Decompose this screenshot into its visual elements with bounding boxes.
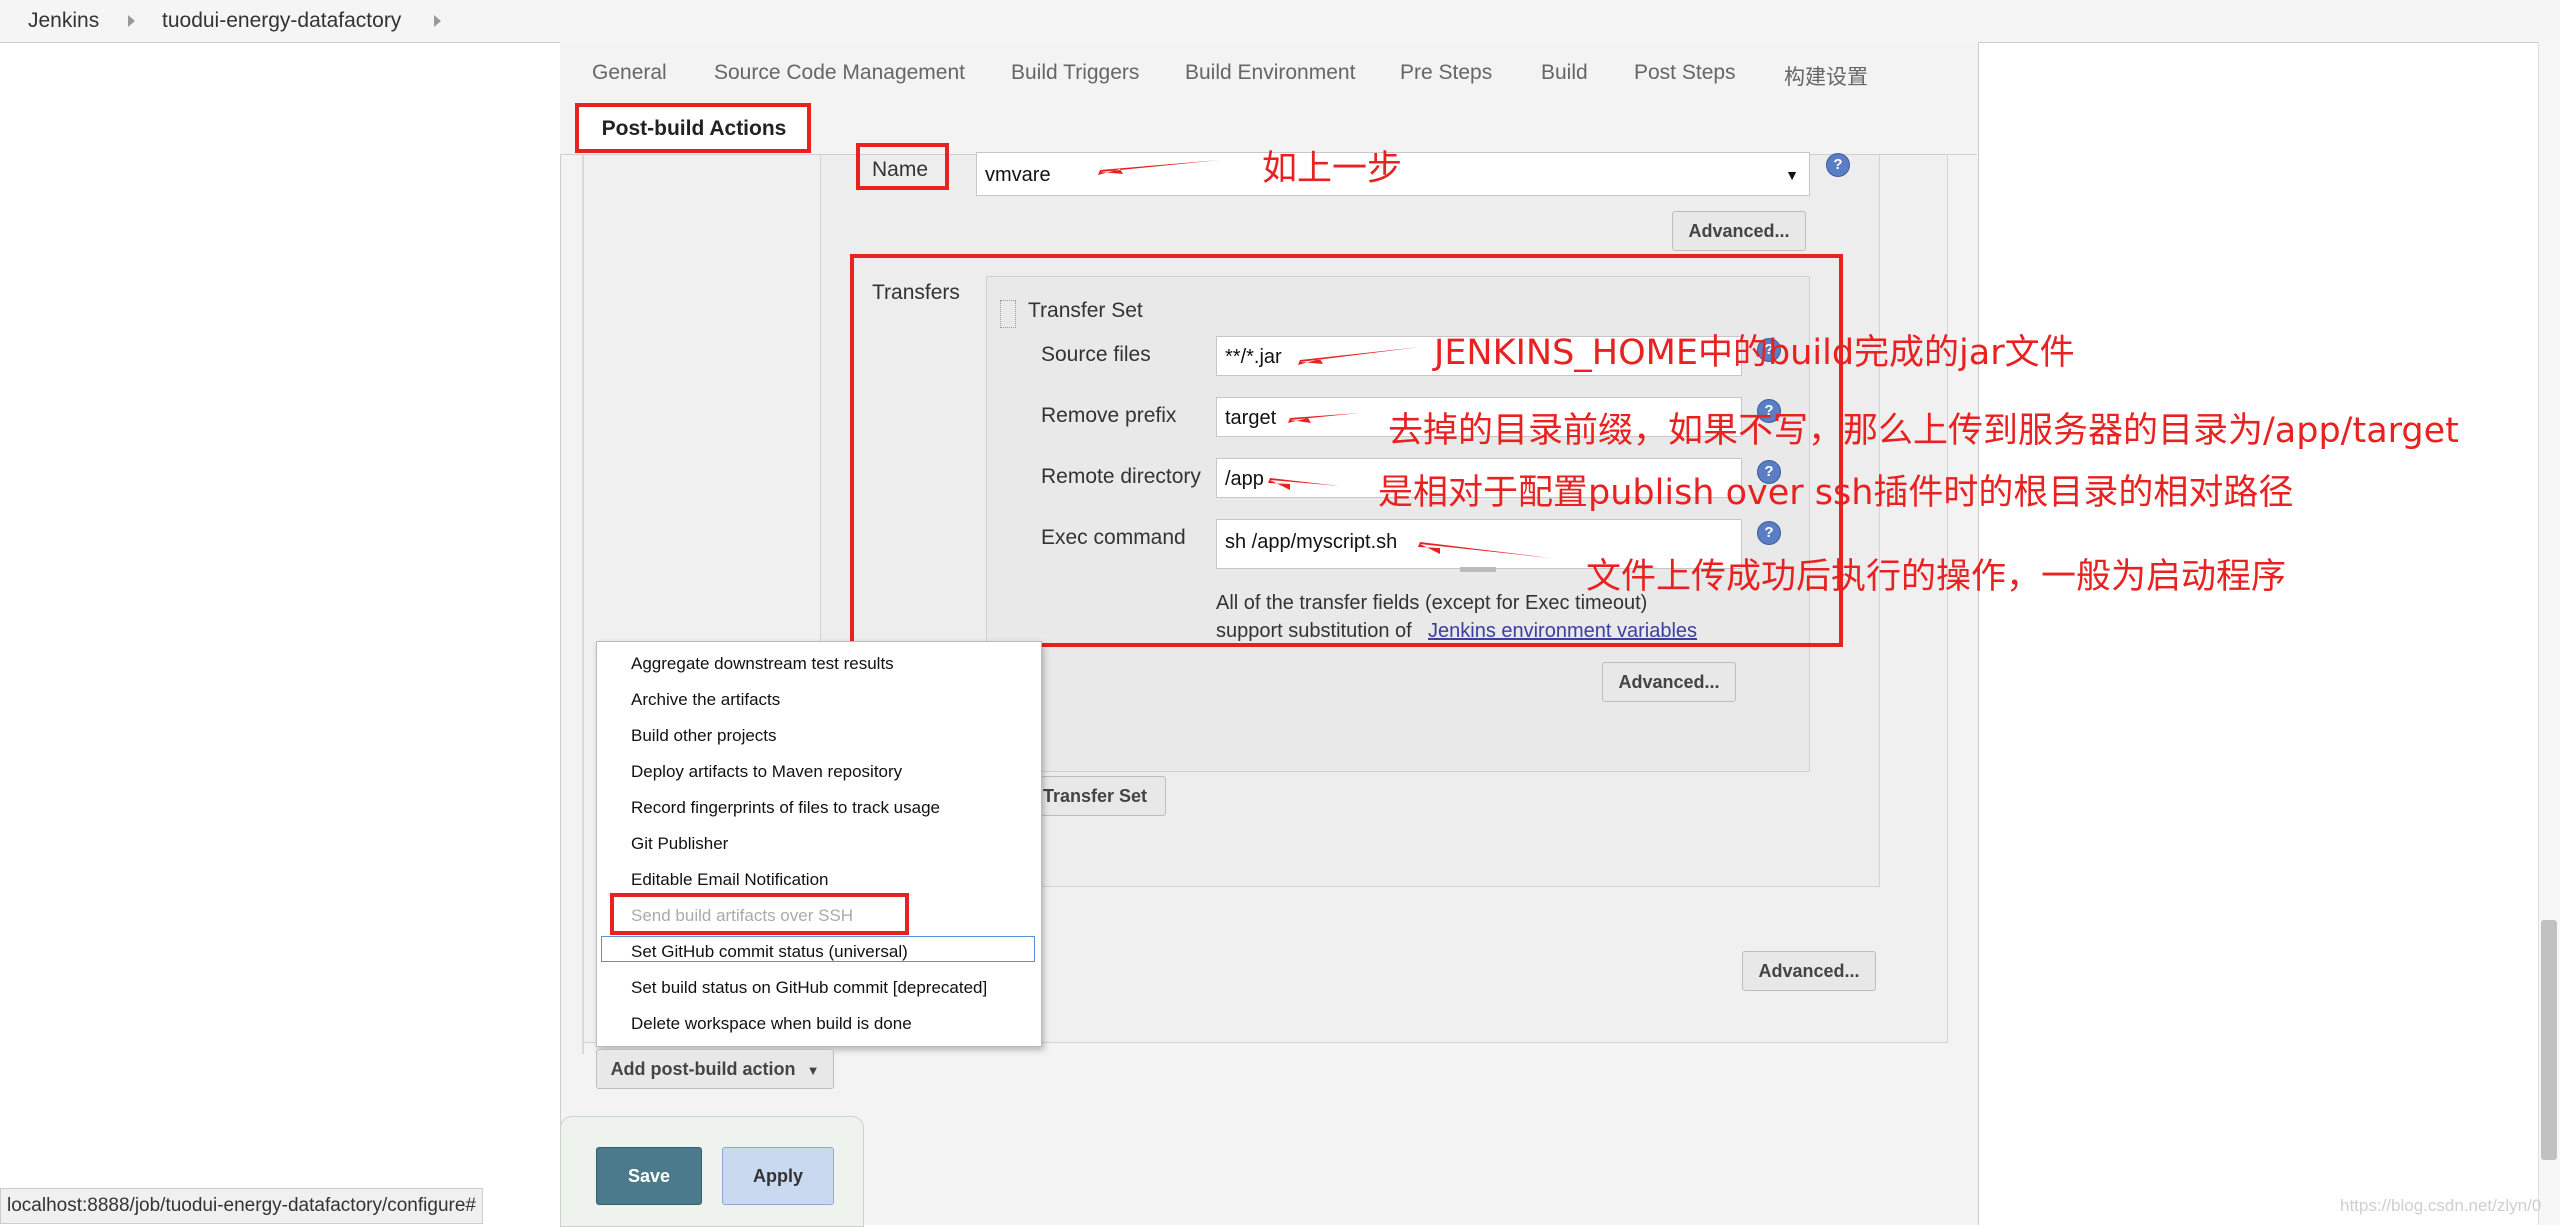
annotation-exec: 文件上传成功后执行的操作，一般为启动程序 [1586,557,2287,597]
annotation-name: 如上一步 [1262,149,1403,189]
arrow-prefix [1288,413,1360,423]
annotation-source: JENKINS_HOME中的build完成的jar文件 [1434,333,2075,373]
annotation-remote: 是相对于配置publish over ssh插件时的根目录的相对路径 [1378,473,2294,513]
status-bar-url: localhost:8888/job/tuodui-energy-datafac… [0,1188,483,1224]
arrow-remote [1268,478,1340,490]
arrow-name [1098,160,1220,175]
arrow-source [1298,347,1420,365]
annotation-prefix: 去掉的目录前缀，如果不写，那么上传到服务器的目录为/app/target [1388,411,2459,451]
scrollbar-thumb[interactable] [2541,920,2557,1160]
watermark: https://blog.csdn.net/zlyn/0 [2340,1196,2542,1215]
arrow-exec [1418,542,1550,558]
